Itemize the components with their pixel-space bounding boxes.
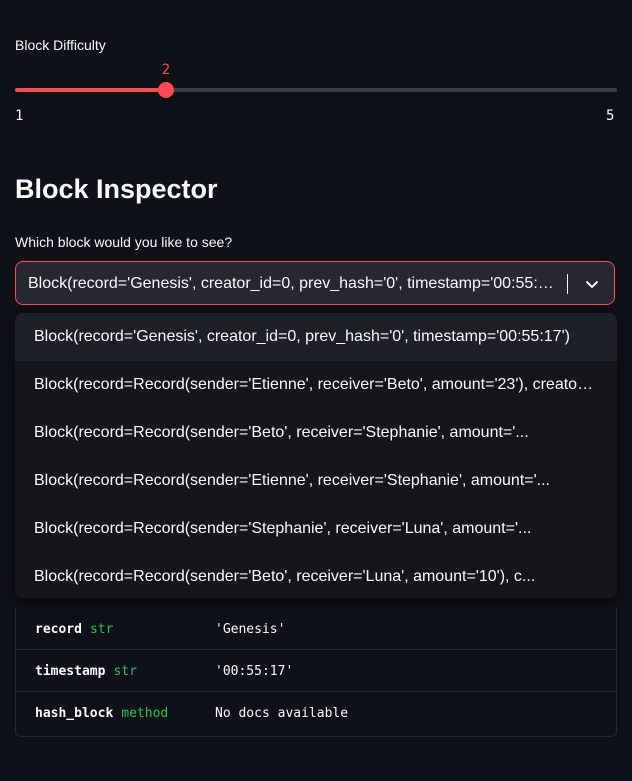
doc-attr-type: str [89, 622, 114, 637]
doc-attr-value: No docs available [215, 706, 349, 721]
slider-current-value: 2 [161, 62, 171, 78]
doc-attr-name: timestamp str [35, 664, 137, 679]
doc-attr-value: '00:55:17' [215, 664, 294, 679]
doc-row: timestamp str '00:55:17' [16, 650, 616, 692]
doc-table: record str 'Genesis' timestamp str '00:55:… [15, 608, 617, 737]
block-select[interactable]: Block(record='Genesis', creator_id=0, pr… [15, 261, 615, 305]
doc-attr-type: str [113, 664, 137, 679]
text-caret [567, 274, 568, 294]
doc-attr-name: hash_block method [35, 706, 169, 721]
slider-max-label: 5 [606, 108, 615, 124]
dropdown-option[interactable]: Block(record=Record(sender='Etienne', re… [15, 361, 617, 409]
doc-attr-value: 'Genesis' [215, 622, 286, 637]
slider-thumb[interactable] [157, 82, 174, 98]
chevron-down-icon[interactable] [582, 274, 602, 294]
block-select-label: Which block would you like to see? [15, 234, 233, 250]
dropdown-menu: Block(record='Genesis', creator_id=0, pr… [15, 313, 617, 598]
doc-attr-type: method [121, 706, 169, 721]
difficulty-label: Block Difficulty [15, 37, 106, 53]
block-select-value[interactable]: Block(record='Genesis', creator_id=0, pr… [28, 275, 558, 293]
slider-min-label: 1 [15, 108, 24, 124]
dropdown-option[interactable]: Block(record=Record(sender='Beto', recei… [15, 553, 617, 598]
dropdown-option[interactable]: Block(record=Record(sender='Beto', recei… [15, 409, 617, 457]
doc-attr-name: record str [35, 622, 114, 637]
doc-row: record str 'Genesis' [16, 608, 616, 650]
section-title: Block Inspector [15, 174, 218, 204]
slider-fill [15, 88, 166, 92]
dropdown-option[interactable]: Block(record='Genesis', creator_id=0, pr… [15, 313, 617, 361]
dropdown-option[interactable]: Block(record=Record(sender='Stephanie', … [15, 505, 617, 553]
difficulty-slider[interactable] [15, 82, 617, 98]
doc-row: hash_block method No docs available [16, 692, 616, 734]
dropdown-option[interactable]: Block(record=Record(sender='Etienne', re… [15, 457, 617, 505]
